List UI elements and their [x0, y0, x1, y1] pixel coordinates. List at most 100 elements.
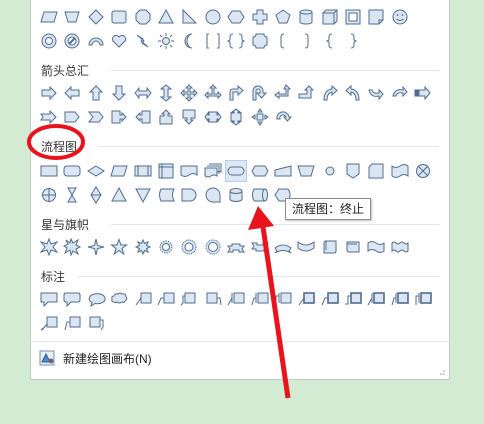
shape-smiley[interactable] [389, 6, 411, 28]
shape-line-callout-2[interactable] [155, 288, 177, 310]
new-drawing-canvas-button[interactable]: 新建绘图画布(N) [39, 348, 152, 368]
shape-octagon[interactable] [132, 6, 154, 28]
shape-flowchart-manual-operation[interactable] [295, 160, 317, 182]
shape-callout-no-border-3[interactable] [85, 312, 107, 334]
shape-star-32[interactable] [202, 236, 224, 258]
shape-cube[interactable] [319, 6, 341, 28]
shape-curved-up-arrow[interactable] [365, 82, 387, 104]
shape-pentagon-arrow[interactable] [61, 106, 83, 128]
shape-flowchart-sequential-storage[interactable] [202, 184, 224, 206]
shape-left-brace[interactable] [319, 30, 341, 52]
shape-triangle[interactable] [155, 6, 177, 28]
shape-notched-right-arrow[interactable] [38, 106, 60, 128]
shape-flowchart-connector[interactable] [319, 160, 341, 182]
shape-folded-corner[interactable] [365, 6, 387, 28]
shape-donut[interactable] [38, 30, 60, 52]
shape-curved-down-ribbon[interactable] [295, 236, 317, 258]
shape-right-triangle[interactable] [178, 6, 200, 28]
shape-rounded-rectangular-callout[interactable] [61, 288, 83, 310]
shape-flowchart-offpage-connector[interactable] [342, 160, 364, 182]
shape-quad-arrow[interactable] [178, 82, 200, 104]
shape-oval-callout[interactable] [85, 288, 107, 310]
shape-wave[interactable] [365, 236, 387, 258]
shape-moon[interactable] [178, 30, 200, 52]
shape-accent-callout-3[interactable] [272, 288, 294, 310]
shape-rectangular-callout[interactable] [38, 288, 60, 310]
shape-cloud-callout[interactable] [108, 288, 130, 310]
shape-circular-arrow[interactable] [272, 106, 294, 128]
shape-flowchart-summing-junction[interactable] [412, 160, 434, 182]
shape-accent-callout-2[interactable] [249, 288, 271, 310]
shape-flowchart-decision[interactable] [85, 160, 107, 182]
shape-border-callout-3[interactable] [342, 288, 364, 310]
shape-rounded-rectangle[interactable] [108, 6, 130, 28]
shape-up-down-arrow-callout[interactable] [225, 106, 247, 128]
shape-up-down-arrow[interactable] [155, 82, 177, 104]
shape-accent-callout-1[interactable] [225, 288, 247, 310]
shape-horizontal-scroll[interactable] [342, 236, 364, 258]
shape-star-16[interactable] [155, 236, 177, 258]
shape-curved-down-arrow[interactable] [389, 82, 411, 104]
shape-can[interactable] [295, 6, 317, 28]
shape-flowchart-punched-tape[interactable] [389, 160, 411, 182]
shape-callout-no-border-2[interactable] [61, 312, 83, 334]
shape-right-arrow-callout[interactable] [108, 106, 130, 128]
shape-left-arrow-callout[interactable] [132, 106, 154, 128]
shape-sun[interactable] [155, 30, 177, 52]
shape-flowchart-card[interactable] [365, 160, 387, 182]
shape-trapezoid[interactable] [61, 6, 83, 28]
shape-heart[interactable] [108, 30, 130, 52]
shape-curved-right-arrow[interactable] [319, 82, 341, 104]
shape-hexagon[interactable] [225, 6, 247, 28]
shape-flowchart-preparation[interactable] [249, 160, 271, 182]
shape-flowchart-delay[interactable] [178, 184, 200, 206]
shape-left-right-up-arrow[interactable] [202, 82, 224, 104]
shape-flowchart-merge[interactable] [132, 184, 154, 206]
shape-double-brace[interactable] [225, 30, 247, 52]
shape-flowchart-stored-data[interactable] [155, 184, 177, 206]
shape-accent-border-callout-2[interactable] [389, 288, 411, 310]
shape-right-arrow[interactable] [38, 82, 60, 104]
shape-plaque[interactable] [249, 30, 271, 52]
shape-left-right-arrow[interactable] [132, 82, 154, 104]
shape-up-arrow-callout[interactable] [155, 106, 177, 128]
shape-flowchart-predefined-process[interactable] [132, 160, 154, 182]
shape-cross[interactable] [249, 6, 271, 28]
shape-line-callout-4[interactable] [202, 288, 224, 310]
shape-up-ribbon[interactable] [225, 236, 247, 258]
shape-bent-up-arrow[interactable] [295, 82, 317, 104]
shape-flowchart-manual-input[interactable] [272, 160, 294, 182]
shape-flowchart-or[interactable] [38, 184, 60, 206]
shape-border-callout-1[interactable] [295, 288, 317, 310]
shape-line-callout-3[interactable] [178, 288, 200, 310]
shape-star-5[interactable] [108, 236, 130, 258]
shape-explosion-1[interactable] [38, 236, 60, 258]
shape-flowchart-internal-storage[interactable] [155, 160, 177, 182]
shape-parallelogram[interactable] [38, 6, 60, 28]
shape-double-bracket[interactable] [202, 30, 224, 52]
shape-flowchart-sort[interactable] [85, 184, 107, 206]
resize-grip-icon[interactable] [438, 368, 446, 376]
shape-up-arrow[interactable] [85, 82, 107, 104]
shape-left-bracket[interactable] [272, 30, 294, 52]
shape-accent-border-callout-1[interactable] [365, 288, 387, 310]
shape-down-arrow-callout[interactable] [178, 106, 200, 128]
shape-ellipse[interactable] [202, 6, 224, 28]
shape-flowchart-process[interactable] [38, 160, 60, 182]
shape-diamond[interactable] [85, 6, 107, 28]
shape-striped-right-arrow[interactable] [412, 82, 434, 104]
shape-curved-left-arrow[interactable] [342, 82, 364, 104]
shape-border-callout-2[interactable] [319, 288, 341, 310]
shape-line-callout-1[interactable] [132, 288, 154, 310]
shape-accent-border-callout-3[interactable] [412, 288, 434, 310]
shape-flowchart-direct-access[interactable] [249, 184, 271, 206]
shape-vertical-scroll[interactable] [319, 236, 341, 258]
shape-flowchart-terminator[interactable] [225, 160, 248, 182]
shape-flowchart-data[interactable] [108, 160, 130, 182]
shape-left-up-arrow[interactable] [272, 82, 294, 104]
shape-flowchart-extract[interactable] [108, 184, 130, 206]
shape-bent-arrow[interactable] [225, 82, 247, 104]
shape-block-arc[interactable] [85, 30, 107, 52]
shape-left-right-arrow-callout[interactable] [202, 106, 224, 128]
shape-flowchart-alternate-process[interactable] [61, 160, 83, 182]
